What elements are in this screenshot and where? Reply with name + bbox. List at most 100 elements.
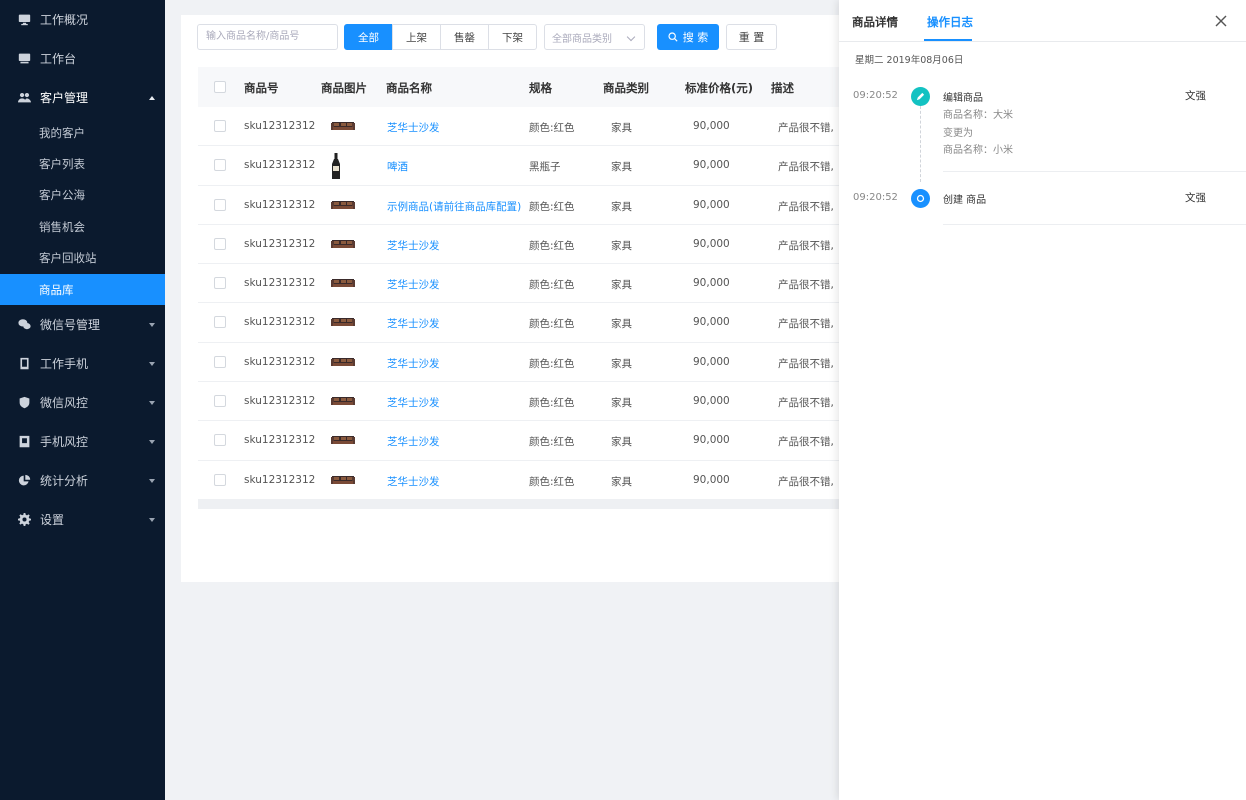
cell-spec: 颜色:红色 <box>529 357 575 370</box>
cell-sku: sku12312312 <box>244 434 316 447</box>
nav-item-work-overview[interactable]: 工作概况 <box>0 0 165 39</box>
close-icon[interactable] <box>1214 14 1228 28</box>
row-checkbox[interactable] <box>214 277 226 290</box>
nav-item-wechat-management[interactable]: 微信号管理 <box>0 305 165 344</box>
sidebar-item-sales-opportunity[interactable]: 销售机会 <box>0 211 165 242</box>
chevron-up-icon <box>149 95 155 100</box>
cell-product-name-link[interactable]: 芝华士沙发 <box>387 238 440 253</box>
sidebar-item-my-customers[interactable]: 我的客户 <box>0 117 165 148</box>
row-checkbox[interactable] <box>214 159 226 172</box>
users-icon <box>18 91 31 104</box>
nav-item-phone-risk[interactable]: 手机风控 <box>0 422 165 461</box>
cell-product-name-link[interactable]: 芝华士沙发 <box>387 434 440 449</box>
tab-operation-log[interactable]: 操作日志 <box>927 14 973 30</box>
cell-price: 90,000 <box>693 395 730 408</box>
table-row[interactable]: sku12312312 芝华士沙发 颜色:红色 家具 90,000 产品很不错, <box>198 264 851 304</box>
log-date: 星期二 2019年08月06日 <box>855 55 964 66</box>
cell-product-name-link[interactable]: 芝华士沙发 <box>387 316 440 331</box>
nav-item-customer-management[interactable]: 客户管理 <box>0 78 165 117</box>
cell-product-name-link[interactable]: 芝华士沙发 <box>387 277 440 292</box>
table-row[interactable]: sku12312312 啤酒 黑瓶子 家具 90,000 产品很不错, <box>198 146 851 186</box>
cell-spec: 颜色:红色 <box>529 239 575 252</box>
cell-sku: sku12312312 <box>244 316 316 329</box>
sidebar-item-customer-pool[interactable]: 客户公海 <box>0 180 165 211</box>
nav-label: 工作概况 <box>40 13 89 27</box>
log-divider <box>943 171 1246 172</box>
gear-icon <box>18 513 31 527</box>
table-row[interactable]: sku12312312 芝华士沙发 颜色:红色 家具 90,000 产品很不错, <box>198 303 851 343</box>
table-row[interactable]: sku12312312 芝华士沙发 颜色:红色 家具 90,000 产品很不错, <box>198 461 851 500</box>
cell-description: 产品很不错, <box>778 200 834 213</box>
cell-product-name-link[interactable]: 芝华士沙发 <box>387 474 440 489</box>
horizontal-scrollbar[interactable] <box>198 499 851 509</box>
column-header-desc: 描述 <box>771 81 794 95</box>
column-header-name: 商品名称 <box>386 81 432 95</box>
category-select[interactable]: 全部商品类别 <box>544 24 645 50</box>
row-checkbox[interactable] <box>214 434 226 447</box>
row-checkbox[interactable] <box>214 316 226 329</box>
cell-category: 家具 <box>611 161 632 174</box>
sidebar-item-customer-recycle[interactable]: 客户回收站 <box>0 243 165 274</box>
table-body: sku12312312 芝华士沙发 颜色:红色 家具 90,000 产品很不错, sku12… <box>198 107 851 500</box>
table-row[interactable]: sku12312312 芝华士沙发 颜色:红色 家具 90,000 产品很不错, <box>198 107 851 147</box>
cell-spec: 颜色:红色 <box>529 436 575 449</box>
cell-product-name-link[interactable]: 芝华士沙发 <box>387 120 440 135</box>
filter-on-shelf-button[interactable]: 上架 <box>392 24 441 50</box>
nav-item-work-phone[interactable]: 工作手机 <box>0 344 165 383</box>
cell-description: 产品很不错, <box>778 279 834 292</box>
product-image <box>331 238 355 253</box>
table-row[interactable]: sku12312312 芝华士沙发 颜色:红色 家具 90,000 产品很不错, <box>198 225 851 265</box>
select-all-checkbox[interactable] <box>214 81 226 93</box>
filter-all-button[interactable]: 全部 <box>344 24 393 50</box>
search-button-label: 搜 索 <box>682 31 709 44</box>
table-row[interactable]: sku12312312 示例商品(请前往商品库配置) 颜色:红色 家具 90,000 产品… <box>198 186 851 225</box>
log-time: 09:20:52 <box>853 90 898 101</box>
edit-icon <box>911 87 930 106</box>
table-row[interactable]: sku12312312 芝华士沙发 颜色:红色 家具 90,000 产品很不错, <box>198 343 851 383</box>
nav-label: 客户管理 <box>40 91 89 105</box>
cell-spec: 颜色:红色 <box>529 279 575 292</box>
reset-button[interactable]: 重 置 <box>726 24 777 50</box>
cell-sku: sku12312312 <box>244 159 316 172</box>
sidebar-item-customer-list[interactable]: 客户列表 <box>0 148 165 179</box>
cell-product-name-link[interactable]: 示例商品(请前往商品库配置) <box>387 199 521 214</box>
search-input[interactable]: 输入商品名称/商品号 <box>197 24 338 50</box>
chevron-down-icon <box>149 322 155 327</box>
cell-product-name-link[interactable]: 芝华士沙发 <box>387 356 440 371</box>
tab-product-detail[interactable]: 商品详情 <box>852 14 898 30</box>
nav-item-statistics[interactable]: 统计分析 <box>0 461 165 500</box>
cell-description: 产品很不错, <box>778 318 834 331</box>
nav-item-workbench[interactable]: 工作台 <box>0 39 165 78</box>
table-row[interactable]: sku12312312 芝华士沙发 颜色:红色 家具 90,000 产品很不错, <box>198 421 851 461</box>
cell-description: 产品很不错, <box>778 436 834 449</box>
row-checkbox[interactable] <box>214 355 226 368</box>
cell-spec: 颜色:红色 <box>529 200 575 213</box>
cell-product-name-link[interactable]: 芝华士沙发 <box>387 395 440 410</box>
row-checkbox[interactable] <box>214 395 226 408</box>
row-checkbox[interactable] <box>214 473 226 486</box>
row-checkbox[interactable] <box>214 120 226 132</box>
cell-category: 家具 <box>611 318 632 331</box>
nav-item-wechat-risk[interactable]: 微信风控 <box>0 383 165 422</box>
product-image <box>331 356 355 371</box>
column-header-category: 商品类别 <box>603 81 649 95</box>
cell-product-name-link[interactable]: 啤酒 <box>387 159 408 174</box>
cell-price: 90,000 <box>693 434 730 447</box>
cell-description: 产品很不错, <box>778 122 834 134</box>
cell-description: 产品很不错, <box>778 475 834 488</box>
nav-item-settings[interactable]: 设置 <box>0 500 165 539</box>
log-user: 文强 <box>1185 90 1206 102</box>
cell-sku: sku12312312 <box>244 237 316 250</box>
table-row[interactable]: sku12312312 芝华士沙发 颜色:红色 家具 90,000 产品很不错, <box>198 382 851 422</box>
chevron-down-icon <box>149 361 155 366</box>
filter-off-shelf-button[interactable]: 下架 <box>488 24 537 50</box>
log-detail-line: 变更为 <box>943 127 973 139</box>
row-checkbox[interactable] <box>214 198 226 211</box>
row-checkbox[interactable] <box>214 237 226 250</box>
chevron-down-icon <box>626 32 636 42</box>
filter-sold-out-button[interactable]: 售罄 <box>440 24 489 50</box>
cell-spec: 黑瓶子 <box>529 161 561 174</box>
search-button[interactable]: 搜 索 <box>657 24 719 50</box>
cell-price: 90,000 <box>693 198 730 211</box>
sidebar-item-product-library[interactable]: 商品库 <box>0 273 165 306</box>
